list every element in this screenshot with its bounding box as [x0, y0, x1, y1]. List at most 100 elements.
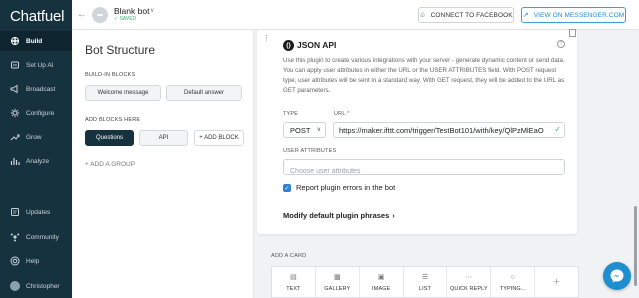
- url-input[interactable]: https://maker.ifttt.com/trigger/TestBot1…: [333, 122, 565, 138]
- report-errors-checkbox[interactable]: ✓: [283, 184, 291, 192]
- external-link-icon: ↗: [522, 12, 529, 19]
- bot-structure-panel: Bot Structure BUILD-IN BLOCKS Welcome me…: [72, 30, 254, 298]
- modify-phrases-link[interactable]: Modify default plugin phrases ›: [283, 211, 395, 220]
- card-label: GALLERY: [324, 285, 351, 292]
- report-errors-label[interactable]: Report plugin errors in the bot: [296, 183, 395, 192]
- json-api-icon: {}: [283, 40, 294, 51]
- sidebar-item-updates[interactable]: Updates: [0, 202, 72, 222]
- drag-handle-icon[interactable]: ⋮: [263, 34, 270, 42]
- community-icon: [10, 232, 20, 242]
- gallery-icon: ▩: [333, 273, 341, 281]
- add-block-button[interactable]: + ADD BLOCK: [194, 130, 244, 146]
- card-label: TYPING...: [499, 285, 526, 292]
- typing-card-button[interactable]: ○ TYPING...: [491, 267, 536, 297]
- gallery-card-button[interactable]: ▩ GALLERY: [316, 267, 360, 297]
- welcome-message-block[interactable]: Welcome message: [85, 85, 161, 101]
- add-blocks-label: ADD BLOCKS HERE: [85, 117, 141, 123]
- updates-icon: [10, 207, 20, 217]
- builtin-blocks-label: BUILD-IN BLOCKS: [85, 72, 136, 78]
- bell-icon: ♧: [419, 12, 426, 19]
- required-marker: *: [347, 111, 350, 117]
- request-type-select[interactable]: POST ∨: [283, 122, 326, 138]
- add-card-label: ADD A CARD: [271, 253, 307, 259]
- sidebar-item-label: Grow: [26, 133, 42, 141]
- card-label: QUICK REPLY: [450, 285, 488, 292]
- card-label: IMAGE: [372, 285, 391, 292]
- list-icon: ☰: [421, 273, 429, 281]
- sidebar-item-label: Broadcast: [26, 85, 56, 93]
- chat-support-button[interactable]: [603, 262, 631, 290]
- user-name: Christopher: [26, 282, 60, 290]
- check-icon: ✓: [553, 125, 561, 134]
- bot-avatar[interactable]: [92, 7, 108, 23]
- sidebar: Chatfuel Build Set Up AI Broadcast Confi…: [0, 0, 72, 298]
- messenger-icon: [610, 269, 624, 283]
- text-icon: ▤: [290, 273, 297, 281]
- sidebar-item-label: Help: [26, 257, 40, 265]
- gear-icon: [10, 108, 20, 118]
- chevron-right-icon: ›: [392, 211, 395, 220]
- image-card-button[interactable]: ▣ IMAGE: [360, 267, 404, 297]
- image-icon: ▣: [377, 273, 385, 281]
- sidebar-item-label: Analyze: [26, 157, 50, 165]
- questions-block[interactable]: Questions: [85, 130, 134, 146]
- url-label-text: URL: [334, 111, 346, 117]
- add-group-button[interactable]: + ADD A GROUP: [85, 161, 135, 168]
- view-messenger-label: VIEW ON MESSENGER.COM: [533, 11, 625, 19]
- broadcast-icon: [10, 84, 20, 94]
- sidebar-item-help[interactable]: Help: [0, 251, 72, 271]
- type-label: TYPE: [283, 111, 299, 117]
- default-answer-block[interactable]: Default answer: [166, 85, 242, 101]
- sidebar-item-profile[interactable]: Christopher: [0, 276, 72, 296]
- sidebar-item-configure[interactable]: Configure: [0, 103, 72, 123]
- list-card-button[interactable]: ☰ LIST: [404, 267, 448, 297]
- user-attributes-field[interactable]: [283, 159, 565, 179]
- sidebar-item-label: Community: [26, 233, 59, 241]
- modify-phrases-label: Modify default plugin phrases: [283, 211, 390, 220]
- user-attributes-label: USER ATTRIBUTES: [283, 148, 337, 154]
- plus-icon: +: [553, 276, 560, 288]
- typing-icon: ○: [510, 273, 515, 281]
- saved-status: ✓ SAVED: [114, 16, 137, 22]
- sidebar-item-label: Updates: [26, 208, 51, 216]
- sidebar-item-analyze[interactable]: Analyze: [0, 151, 72, 171]
- more-cards-button[interactable]: +: [535, 267, 578, 297]
- sidebar-item-label: Configure: [26, 109, 55, 117]
- question-icon[interactable]: ?: [557, 40, 565, 48]
- plugin-description: Use this plugin to create various integr…: [283, 57, 565, 94]
- help-icon: [10, 256, 20, 266]
- bot-structure-title: Bot Structure: [85, 43, 156, 57]
- sidebar-item-community[interactable]: Community: [0, 227, 72, 247]
- plugin-title: JSON API: [297, 40, 337, 50]
- ai-icon: [10, 60, 20, 70]
- sidebar-item-ai[interactable]: Set Up AI: [0, 55, 72, 75]
- connect-facebook-label: CONNECT TO FACEBOOK: [430, 11, 513, 19]
- sidebar-item-broadcast[interactable]: Broadcast: [0, 79, 72, 99]
- chevron-down-icon: ∨: [316, 127, 321, 133]
- sidebar-item-build[interactable]: Build: [0, 31, 72, 51]
- chevron-down-icon[interactable]: ∨: [150, 7, 154, 14]
- card-label: LIST: [419, 285, 432, 292]
- api-block[interactable]: API: [139, 130, 188, 146]
- user-attributes-input[interactable]: [284, 164, 564, 179]
- quick-reply-card-button[interactable]: ⋯ QUICK REPLY: [447, 267, 492, 297]
- text-card-button[interactable]: ▤ TEXT: [272, 267, 316, 297]
- view-messenger-button[interactable]: ↗ VIEW ON MESSENGER.COM: [521, 7, 626, 23]
- sidebar-item-label: Build: [26, 37, 43, 45]
- chatfuel-logo[interactable]: Chatfuel: [10, 8, 64, 25]
- request-type-value: POST: [290, 125, 311, 135]
- back-arrow-icon[interactable]: ←: [77, 9, 87, 20]
- copy-icon[interactable]: [569, 29, 576, 37]
- scrollbar-thumb[interactable]: [634, 206, 637, 286]
- analyze-icon: [10, 156, 20, 166]
- bot-name[interactable]: Blank bot: [114, 6, 149, 16]
- sidebar-item-grow[interactable]: Grow: [0, 127, 72, 147]
- connect-facebook-button[interactable]: ♧ CONNECT TO FACEBOOK: [418, 7, 514, 23]
- url-label: URL *: [334, 111, 349, 117]
- card-label: TEXT: [286, 285, 301, 292]
- build-icon: [10, 36, 20, 46]
- card-type-toolbar: ▤ TEXT ▩ GALLERY ▣ IMAGE ☰ LIST ⋯ QUICK …: [271, 266, 579, 298]
- sidebar-item-label: Set Up AI: [26, 61, 54, 69]
- quick-reply-icon: ⋯: [465, 273, 473, 281]
- url-value: https://maker.ifttt.com/trigger/TestBot1…: [339, 125, 544, 135]
